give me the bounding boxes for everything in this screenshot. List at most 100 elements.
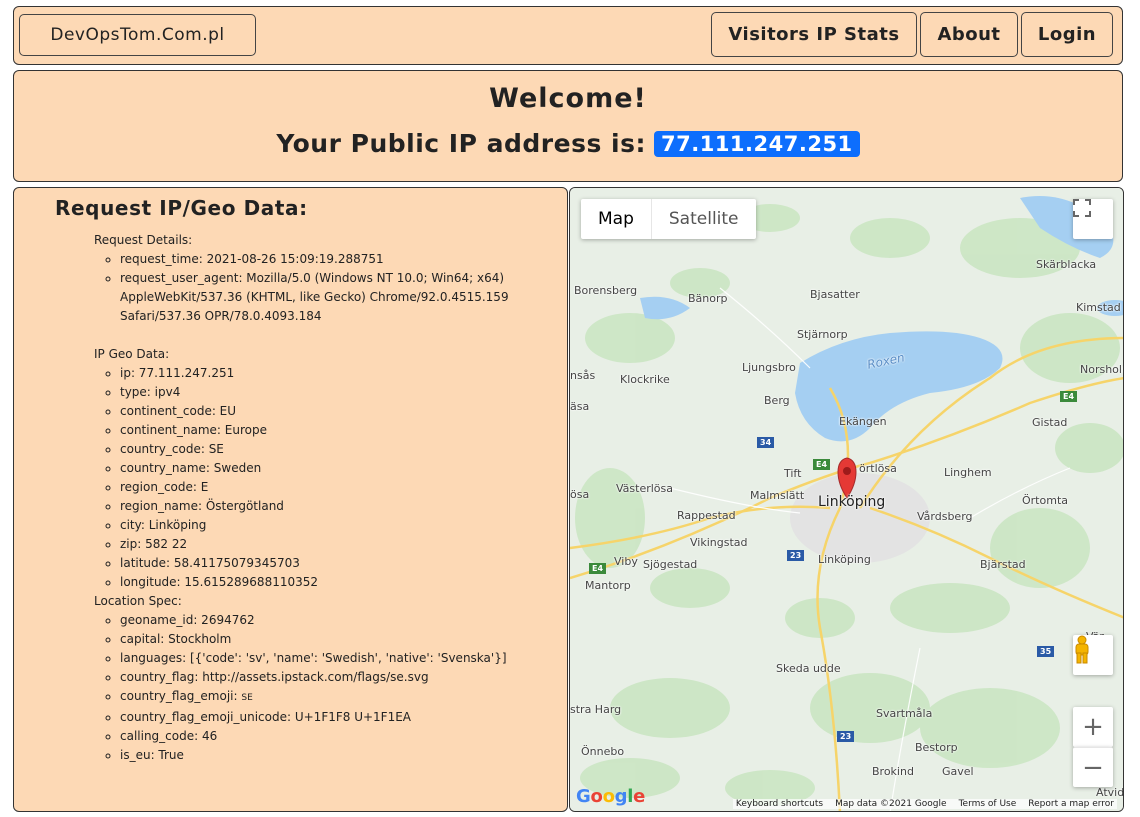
brand-link[interactable]: DevOpsTom.Com.pl xyxy=(19,14,256,56)
map-label: Viby xyxy=(614,555,638,568)
list-item: capital: Stockholm xyxy=(120,630,567,649)
keyboard-shortcuts-link[interactable]: Keyboard shortcuts xyxy=(736,799,823,809)
location-spec-list: geoname_id: 2694762 capital: Stockholm l… xyxy=(94,611,567,765)
map-label: ösa xyxy=(570,488,590,501)
welcome-title: Welcome! xyxy=(489,83,647,114)
road-shield: E4 xyxy=(589,563,607,574)
map-label: Skeda udde xyxy=(776,662,841,675)
google-logo: Google xyxy=(576,786,646,807)
location-spec-title: Location Spec: xyxy=(94,594,182,608)
map-label: Berg xyxy=(764,394,790,407)
list-item: calling_code: 46 xyxy=(120,727,567,746)
map-label: Linghem xyxy=(944,466,992,479)
map-city-label: Linköping xyxy=(818,494,886,510)
nav-about[interactable]: About xyxy=(920,12,1018,57)
welcome-panel: Welcome! Your Public IP address is: 77.1… xyxy=(13,70,1123,182)
navbar: DevOpsTom.Com.pl Visitors IP Stats About… xyxy=(13,6,1123,65)
map-label: Mantorp xyxy=(585,579,631,592)
map-label: Gistad xyxy=(1032,416,1068,429)
nav-visitors-ip-stats[interactable]: Visitors IP Stats xyxy=(711,12,917,57)
map-footer: Keyboard shortcuts Map data ©2021 Google… xyxy=(732,799,1117,809)
map-label: Ljungsbro xyxy=(742,361,796,374)
request-details-title: Request Details: xyxy=(94,233,193,247)
list-item: is_eu: True xyxy=(120,746,567,765)
geo-data-body: Request Details: request_time: 2021-08-2… xyxy=(94,231,567,765)
list-item: zip: 582 22 xyxy=(120,535,567,554)
map-type-satellite-button[interactable]: Satellite xyxy=(652,199,756,239)
list-item: geoname_id: 2694762 xyxy=(120,611,567,630)
map-label: Norsholm xyxy=(1080,363,1123,376)
map-label: Västerlösa xyxy=(616,482,674,495)
list-item: country_flag_emoji_unicode: U+1F1F8 U+1F… xyxy=(120,708,567,727)
map-label: Bjasatter xyxy=(810,288,860,301)
map-label: Klockrike xyxy=(620,373,670,386)
nav-login[interactable]: Login xyxy=(1021,12,1113,57)
map-label: stra Harg xyxy=(570,703,622,716)
map-type-map-button[interactable]: Map xyxy=(581,199,652,239)
list-item: continent_code: EU xyxy=(120,402,567,421)
list-item: region_code: E xyxy=(120,478,567,497)
public-ip-label: Your Public IP address is: xyxy=(276,129,646,158)
map-label: Svartmåla xyxy=(876,707,933,720)
list-item: languages: [{'code': 'sv', 'name': 'Swed… xyxy=(120,649,567,668)
map-label: äsa xyxy=(570,400,590,413)
map-label: Brokind xyxy=(872,765,914,778)
request-details-list: request_time: 2021-08-26 15:09:19.288751… xyxy=(94,250,567,326)
map-label: Malmslätt xyxy=(750,489,805,502)
map-label: Linköping xyxy=(818,553,871,566)
list-item: ip: 77.111.247.251 xyxy=(120,364,567,383)
map-type-control: Map Satellite xyxy=(581,199,756,239)
map-label: Tift xyxy=(784,467,802,480)
map-label: Örtomta xyxy=(1022,494,1068,507)
ip-geo-data-title: IP Geo Data: xyxy=(94,347,170,361)
map-label: Vårdsberg xyxy=(917,510,973,523)
terms-of-use-link[interactable]: Terms of Use xyxy=(959,799,1017,809)
map-label: Kimstad xyxy=(1076,301,1121,314)
zoom-in-icon[interactable]: + xyxy=(1073,707,1113,747)
map-label: nsås xyxy=(570,369,596,382)
fullscreen-icon[interactable] xyxy=(1073,199,1113,239)
road-shield: 23 xyxy=(837,731,855,742)
list-item: request_time: 2021-08-26 15:09:19.288751 xyxy=(120,250,567,269)
map-label: Atvid xyxy=(1096,786,1124,799)
list-item: region_name: Östergötland xyxy=(120,497,567,516)
list-item: country_flag_emoji: SE xyxy=(120,687,567,708)
map-data-attribution: Map data ©2021 Google xyxy=(835,799,947,809)
map-label: Rappestad xyxy=(677,509,736,522)
road-shield: 35 xyxy=(1037,646,1055,657)
road-shield: E4 xyxy=(1060,391,1078,402)
map-label: Ekängen xyxy=(839,415,887,428)
flag-emoji-label: country_flag_emoji: xyxy=(120,689,238,703)
map-label: Gavel xyxy=(942,765,974,778)
map-label: örtlösa xyxy=(859,462,897,475)
map-label: Bestorp xyxy=(915,741,958,754)
public-ip-badge: 77.111.247.251 xyxy=(654,130,860,157)
list-item: continent_name: Europe xyxy=(120,421,567,440)
map-label: Borensberg xyxy=(574,284,638,297)
road-shield: E4 xyxy=(813,459,831,470)
pegman-icon[interactable] xyxy=(1073,635,1113,675)
road-shield: 34 xyxy=(757,437,775,448)
map-panel[interactable]: Skärblacka Borensberg Bänorp Bjasatter K… xyxy=(569,187,1124,812)
report-map-error-link[interactable]: Report a map error xyxy=(1028,799,1114,809)
map-label: Sjögestad xyxy=(643,558,698,571)
road-shield: 23 xyxy=(787,550,805,561)
flag-emoji-value: SE xyxy=(241,693,253,703)
map-label: Önnebo xyxy=(581,745,625,758)
list-item: longitude: 15.615289688110352 xyxy=(120,573,567,592)
list-item: type: ipv4 xyxy=(120,383,567,402)
list-item: country_name: Sweden xyxy=(120,459,567,478)
list-item: country_code: SE xyxy=(120,440,567,459)
list-item: latitude: 58.41175079345703 xyxy=(120,554,567,573)
map-label: Skärblacka xyxy=(1036,258,1097,271)
list-item: country_flag: http://assets.ipstack.com/… xyxy=(120,668,567,687)
ip-geo-data-list: ip: 77.111.247.251 type: ipv4 continent_… xyxy=(94,364,567,592)
map-label: Bjärstad xyxy=(980,558,1026,571)
geo-data-panel: Request IP/Geo Data: Request Details: re… xyxy=(13,187,568,812)
list-item: request_user_agent: Mozilla/5.0 (Windows… xyxy=(120,269,567,326)
map-label: Vikingstad xyxy=(690,536,748,549)
list-item: city: Linköping xyxy=(120,516,567,535)
zoom-out-icon[interactable]: − xyxy=(1073,747,1113,787)
map-label: Bänorp xyxy=(688,292,728,305)
map-label: Stjärnorp xyxy=(797,328,848,341)
